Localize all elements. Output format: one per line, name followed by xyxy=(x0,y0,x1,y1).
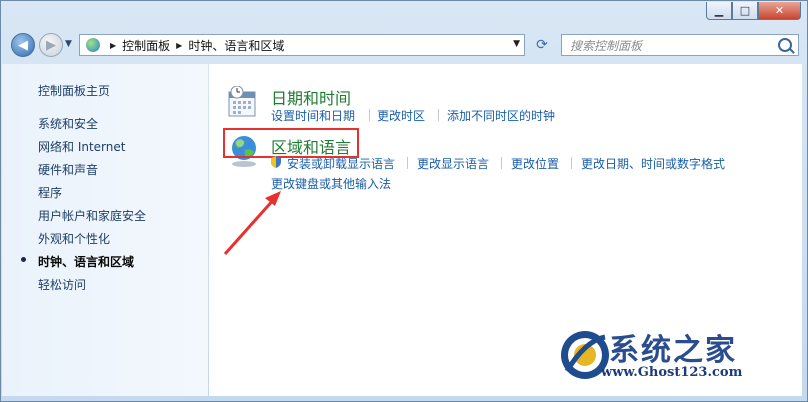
sidebar-item-system-security[interactable]: 系统和安全 xyxy=(38,115,98,132)
watermark: 系统之家 www.Ghost123.com xyxy=(557,323,797,387)
sidebar-item-ease-of-access[interactable]: 轻松访问 xyxy=(38,276,86,293)
minimize-button[interactable]: ▁ xyxy=(706,2,732,20)
search-box[interactable] xyxy=(561,34,799,56)
recent-pages-dropdown[interactable]: ▼ xyxy=(65,39,72,49)
breadcrumb-control-panel[interactable]: 控制面板 xyxy=(122,37,170,54)
sidebar-item-programs[interactable]: 程序 xyxy=(38,184,62,201)
sidebar-item-appearance[interactable]: 外观和个性化 xyxy=(38,230,110,247)
breadcrumb-arrow-icon[interactable]: ▶ xyxy=(110,41,116,50)
refresh-icon[interactable]: ⟳ xyxy=(531,35,553,55)
search-input[interactable] xyxy=(568,37,772,55)
address-bar[interactable]: ▶ 控制面板 ▶ 时钟、语言和区域 ▼ xyxy=(79,34,525,56)
sidebar-item-home[interactable]: 控制面板主页 xyxy=(38,82,110,99)
sidebar-item-hardware-sound[interactable]: 硬件和声音 xyxy=(38,161,98,178)
current-page-bullet-icon xyxy=(21,257,26,262)
breadcrumb-clock-language-region[interactable]: 时钟、语言和区域 xyxy=(188,37,284,54)
watermark-title: 系统之家 xyxy=(609,333,737,368)
address-dropdown-icon[interactable]: ▼ xyxy=(513,39,520,49)
close-button[interactable]: ✕ xyxy=(758,2,801,20)
sidebar: 控制面板主页 系统和安全 网络和 Internet 硬件和声音 程序 用户帐户和… xyxy=(2,64,208,396)
search-icon[interactable] xyxy=(778,38,792,52)
back-button[interactable]: ◀ xyxy=(11,33,35,57)
maximize-button[interactable]: □ xyxy=(732,2,758,20)
caption-buttons: ▁ □ ✕ xyxy=(706,2,801,20)
navigation-toolbar: ◀ ▶ ▼ ▶ 控制面板 ▶ 时钟、语言和区域 ▼ ⟳ xyxy=(1,27,807,63)
sidebar-item-clock-language-region: 时钟、语言和区域 xyxy=(38,255,135,269)
breadcrumb-arrow-icon[interactable]: ▶ xyxy=(176,41,182,50)
sidebar-item-user-accounts[interactable]: 用户帐户和家庭安全 xyxy=(38,207,146,224)
sidebar-item-network[interactable]: 网络和 Internet xyxy=(38,138,125,155)
control-panel-icon xyxy=(86,38,100,52)
control-panel-window: ▁ □ ✕ ◀ ▶ ▼ ▶ 控制面板 ▶ 时钟、语言和区域 ▼ ⟳ 控制面板主页… xyxy=(0,0,808,402)
forward-button[interactable]: ▶ xyxy=(39,33,63,57)
watermark-url: www.Ghost123.com xyxy=(601,365,743,380)
